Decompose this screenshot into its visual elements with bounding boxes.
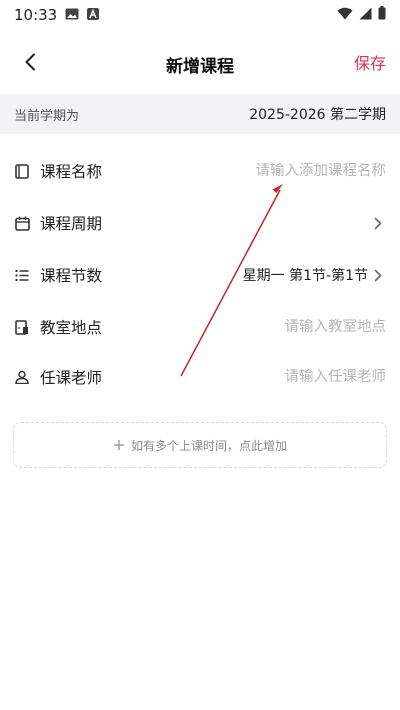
image-icon [65, 6, 79, 24]
teacher-input[interactable] [186, 369, 386, 385]
course-weeks-value-wrap [368, 216, 386, 230]
notebook-icon [14, 163, 30, 179]
teacher-label: 任课老师 [40, 369, 103, 387]
course-sessions-value: 星期一 第1节-第1节 [242, 268, 368, 284]
course-name-label: 课程名称 [40, 163, 103, 181]
door-icon [14, 319, 30, 335]
signal-icon [359, 6, 372, 24]
course-weeks-row[interactable]: 课程周期 [0, 197, 400, 249]
term-label: 当前学期为 [14, 108, 80, 124]
classroom-label: 教室地点 [40, 319, 103, 337]
status-time: 10:33 [14, 6, 58, 24]
classroom-row[interactable]: 教室地点 [0, 301, 400, 353]
status-bar: 10:33 [0, 0, 400, 30]
add-time-label: 如有多个上课时间，点此增加 [130, 438, 287, 453]
back-button[interactable] [14, 48, 46, 80]
current-term-bar: 当前学期为 2025-2026 第二学期 [0, 94, 400, 134]
course-sessions-row[interactable]: 课程节数 星期一 第1节-第1节 [0, 249, 400, 301]
plus-icon [113, 436, 125, 455]
wifi-icon [337, 6, 353, 24]
course-sessions-value-wrap: 星期一 第1节-第1节 [243, 265, 386, 285]
chevron-right-icon [374, 268, 386, 282]
page-title: 新增课程 [166, 56, 234, 77]
person-icon [14, 369, 30, 385]
teacher-row[interactable]: 任课老师 [0, 351, 400, 403]
course-name-input-wrap [186, 163, 386, 179]
status-left: 10:33 [14, 6, 100, 24]
save-button[interactable]: 保存 [354, 50, 386, 74]
course-name-row[interactable]: 课程名称 [0, 145, 400, 197]
list-icon [14, 267, 30, 283]
course-sessions-label: 课程节数 [40, 267, 103, 285]
classroom-input-wrap [186, 319, 386, 335]
header: 新增课程 保存 [0, 38, 400, 90]
calendar-icon [14, 215, 30, 231]
app-a-icon [87, 6, 100, 24]
chevron-left-icon [24, 53, 36, 75]
teacher-input-wrap [186, 369, 386, 385]
classroom-input[interactable] [186, 319, 386, 335]
status-right [337, 6, 386, 24]
course-weeks-label: 课程周期 [40, 215, 103, 233]
add-time-button[interactable]: 如有多个上课时间，点此增加 [13, 422, 387, 468]
chevron-right-icon [374, 216, 386, 230]
course-name-input[interactable] [186, 163, 386, 179]
term-value: 2025-2026 第二学期 [249, 107, 386, 123]
battery-icon [378, 6, 386, 24]
